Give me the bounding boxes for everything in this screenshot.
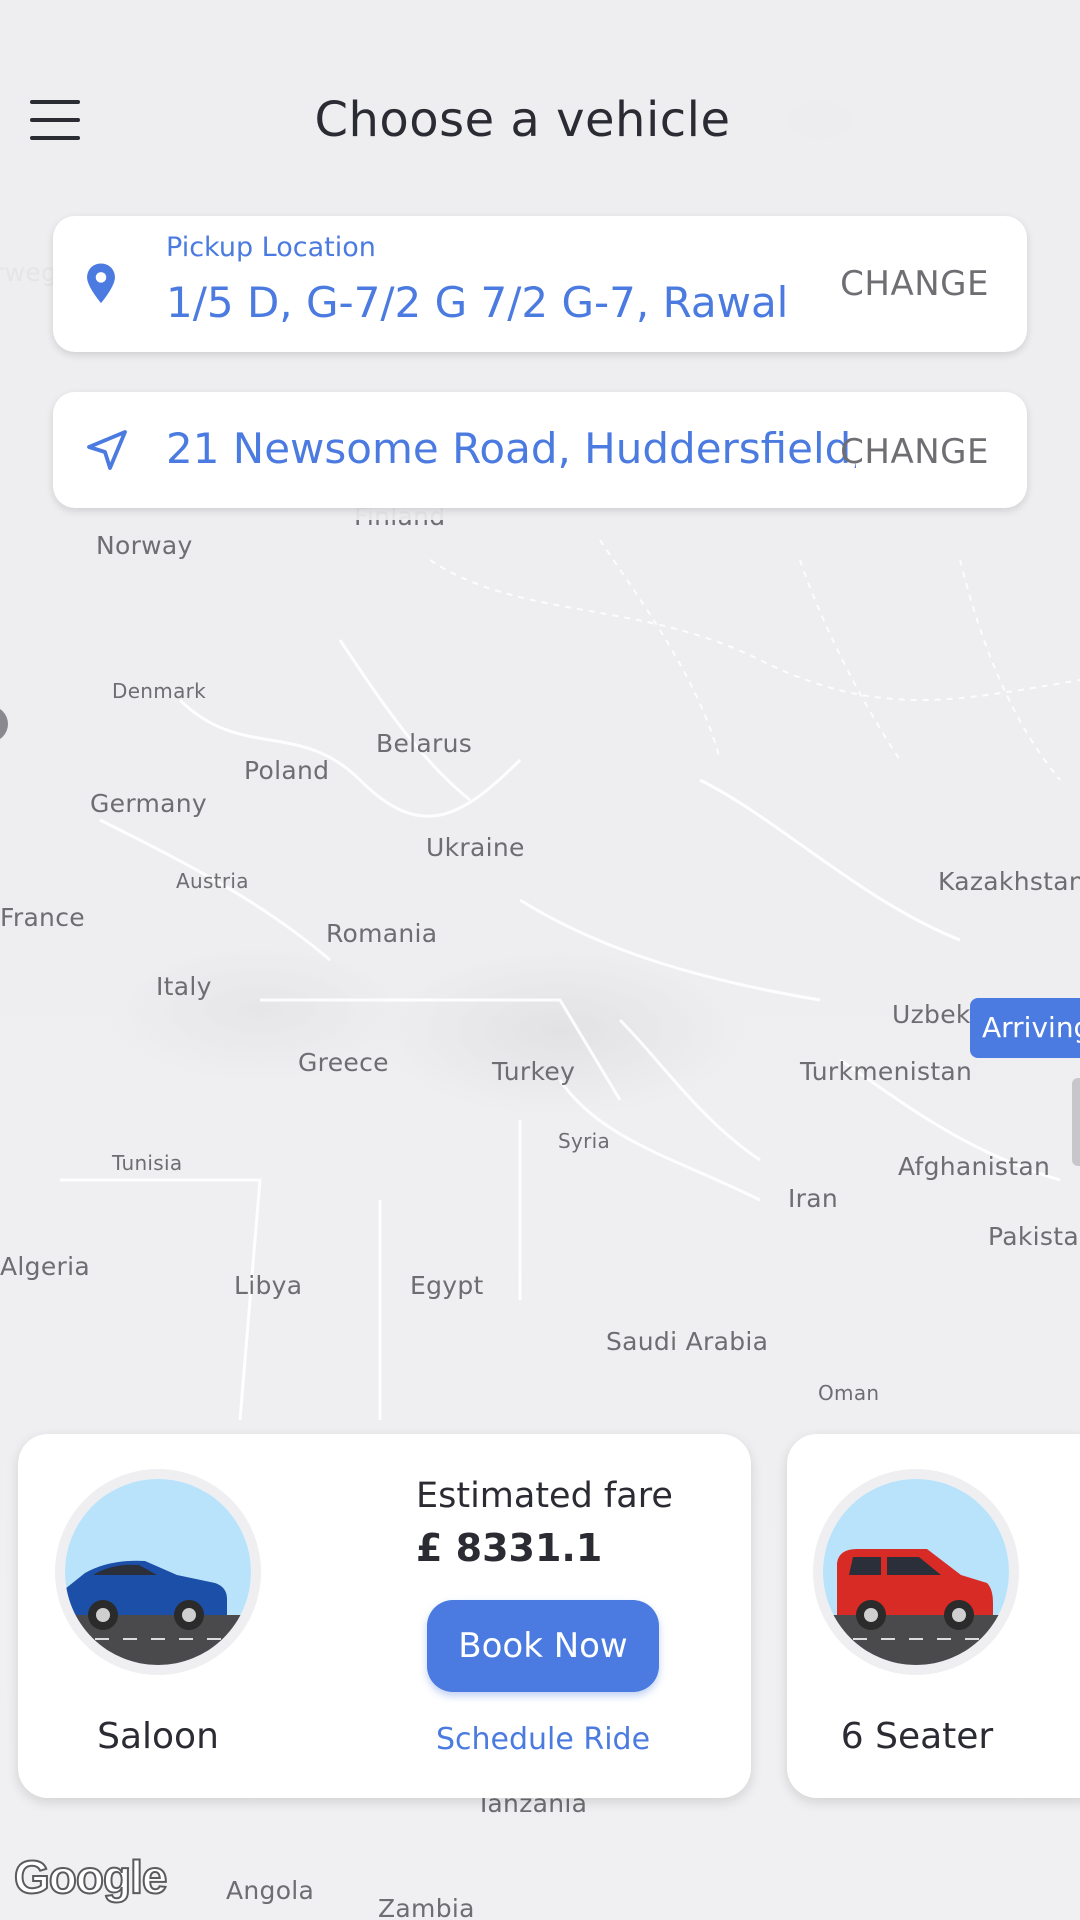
schedule-ride-link[interactable]: Schedule Ride — [427, 1722, 659, 1757]
map-label: Zambia — [378, 1894, 475, 1920]
map-label: Romania — [326, 919, 438, 948]
map-label: Poland — [244, 756, 330, 785]
pickup-label: Pickup Location — [166, 232, 376, 263]
map-label: Pakista — [988, 1222, 1079, 1251]
change-dropoff-button[interactable]: CHANGE — [840, 432, 989, 472]
dropoff-location-card[interactable]: 21 Newsome Road, Huddersfield, CHANGE — [53, 392, 1027, 508]
map-label: Oman — [818, 1381, 880, 1405]
vehicle-name: 6 Seater — [840, 1716, 994, 1757]
map-label: Denmark — [112, 679, 207, 703]
map-label: Libya — [234, 1271, 303, 1300]
map-label: Italy — [156, 972, 212, 1001]
map-label: Turkmenistan — [800, 1057, 973, 1086]
map-label: Saudi Arabia — [606, 1327, 769, 1356]
map-label: Turkey — [492, 1057, 576, 1086]
map-label: Austria — [176, 869, 249, 893]
map-label: Angola — [226, 1876, 315, 1905]
dropoff-address: 21 Newsome Road, Huddersfield, — [166, 424, 856, 473]
saloon-car-icon — [65, 1479, 251, 1665]
estimated-fare-value: £ 8331.1 — [416, 1526, 603, 1570]
map-label: Afghanistan — [898, 1152, 1051, 1181]
pickup-address: 1/5 D, G-7/2 G 7/2 G-7, Rawal — [166, 278, 789, 327]
vehicle-card-saloon[interactable]: Saloon Estimated fare £ 8331.1 Book Now … — [18, 1434, 751, 1798]
map-label: Iran — [788, 1184, 839, 1213]
map-label: Algeria — [0, 1252, 90, 1281]
saloon-car-image — [65, 1479, 251, 1665]
arriving-badge[interactable]: Arriving — [970, 998, 1080, 1058]
book-now-button[interactable]: Book Now — [427, 1600, 659, 1692]
google-logo: Google — [13, 1850, 168, 1904]
estimated-fare-label: Estimated fare — [416, 1476, 673, 1516]
map-label: Belarus — [376, 729, 473, 758]
map-label: Ukraine — [426, 833, 525, 862]
pickup-location-card[interactable]: Pickup Location 1/5 D, G-7/2 G 7/2 G-7, … — [53, 216, 1027, 352]
change-pickup-button[interactable]: CHANGE — [840, 264, 989, 304]
vehicle-name: Saloon — [97, 1716, 219, 1757]
map-label: Egypt — [410, 1271, 484, 1300]
map-label: Syria — [558, 1129, 611, 1153]
map-label: Kazakhstan — [938, 867, 1080, 896]
map-label: Tunisia — [112, 1151, 183, 1175]
six-seater-car-image — [823, 1479, 1009, 1665]
nearby-car-marker[interactable] — [1072, 1078, 1080, 1166]
vehicle-card-6-seater[interactable]: 6 Seater — [787, 1434, 1080, 1798]
six-seater-car-icon — [823, 1479, 1009, 1665]
map-label: France — [0, 903, 85, 932]
map-label: Greece — [298, 1048, 389, 1077]
map-label: Germany — [90, 789, 208, 818]
map-label: Norway — [96, 531, 193, 560]
location-pin-icon — [87, 263, 115, 304]
navigation-arrow-icon — [87, 430, 127, 470]
page-title: Choose a vehicle — [314, 92, 731, 148]
map-label: Uzbeki — [892, 1000, 978, 1029]
